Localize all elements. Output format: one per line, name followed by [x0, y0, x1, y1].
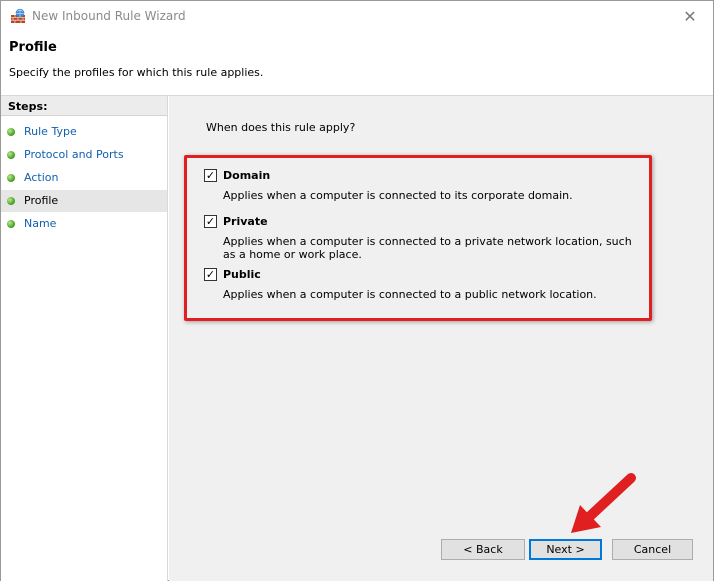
next-button[interactable]: Next > — [529, 539, 602, 560]
step-name[interactable]: Name — [1, 213, 167, 235]
step-rule-type[interactable]: Rule Type — [1, 121, 167, 143]
step-action[interactable]: Action — [1, 167, 167, 189]
step-label: Name — [24, 217, 57, 230]
wizard-window: New Inbound Rule Wizard ✕ Profile Specif… — [0, 0, 714, 581]
step-complete-icon — [7, 151, 15, 159]
step-profile[interactable]: Profile — [1, 190, 167, 212]
step-pending-icon — [7, 220, 15, 228]
window-title: New Inbound Rule Wizard — [32, 9, 186, 23]
steps-heading: Steps: — [1, 96, 167, 116]
title-bar[interactable]: New Inbound Rule Wizard ✕ — [1, 1, 713, 32]
close-button[interactable]: ✕ — [667, 1, 713, 31]
step-label: Profile — [24, 194, 59, 207]
domain-description: Applies when a computer is connected to … — [223, 189, 573, 202]
steps-panel: Steps: Rule Type Protocol and Ports Acti… — [1, 96, 168, 581]
public-checkbox[interactable]: ✓ — [204, 268, 217, 281]
step-protocol-and-ports[interactable]: Protocol and Ports — [1, 144, 167, 166]
wizard-header: Profile Specify the profiles for which t… — [1, 32, 713, 96]
check-icon: ✓ — [205, 268, 216, 281]
private-label[interactable]: Private — [223, 215, 268, 228]
question-text: When does this rule apply? — [206, 121, 356, 134]
cancel-button[interactable]: Cancel — [612, 539, 693, 560]
domain-label[interactable]: Domain — [223, 169, 270, 182]
check-icon: ✓ — [205, 215, 216, 228]
private-checkbox[interactable]: ✓ — [204, 215, 217, 228]
public-description: Applies when a computer is connected to … — [223, 288, 597, 301]
check-icon: ✓ — [205, 169, 216, 182]
domain-checkbox[interactable]: ✓ — [204, 169, 217, 182]
firewall-icon — [11, 8, 25, 23]
back-button[interactable]: < Back — [441, 539, 525, 560]
red-arrow-annotation-icon — [571, 473, 636, 533]
public-label[interactable]: Public — [223, 268, 261, 281]
step-label: Protocol and Ports — [24, 148, 124, 161]
step-complete-icon — [7, 174, 15, 182]
private-description: Applies when a computer is connected to … — [223, 235, 632, 261]
step-label: Rule Type — [24, 125, 77, 138]
close-icon: ✕ — [683, 6, 697, 26]
step-label: Action — [24, 171, 59, 184]
step-current-icon — [7, 197, 15, 205]
page-title: Profile — [9, 40, 57, 55]
step-complete-icon — [7, 128, 15, 136]
page-subtitle: Specify the profiles for which this rule… — [9, 66, 264, 79]
